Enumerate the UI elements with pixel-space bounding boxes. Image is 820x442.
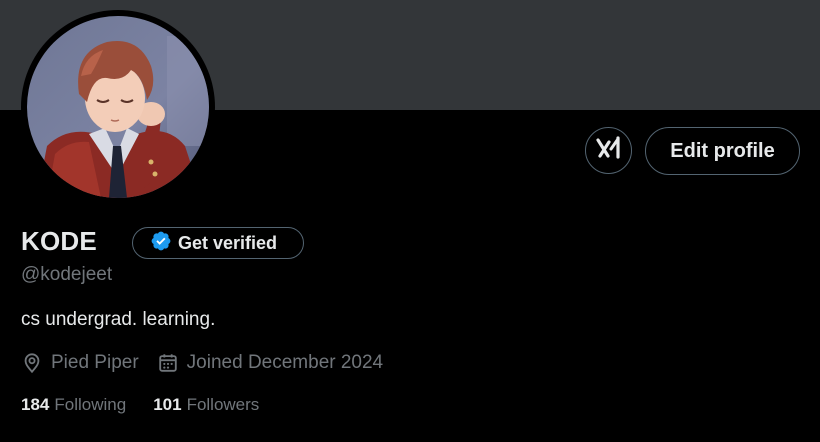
follow-stats: 184 Following 101 Followers — [21, 395, 286, 415]
following-count: 184 — [21, 395, 50, 414]
location-text: Pied Piper — [51, 352, 139, 373]
display-name: KODE — [21, 226, 97, 256]
profile-meta: Pied Piper Joined December 2024 — [21, 349, 401, 377]
edit-profile-button[interactable]: Edit profile — [645, 127, 800, 175]
profile-page: Edit profile KODE Get verified @kodejeet… — [0, 0, 820, 442]
user-handle: @kodejeet — [21, 264, 113, 285]
joined-text: Joined December 2024 — [186, 352, 384, 373]
avatar[interactable] — [27, 16, 209, 198]
followers-count: 101 — [153, 395, 182, 414]
grok-button[interactable] — [585, 127, 632, 174]
verified-badge-icon — [150, 230, 172, 257]
calendar-icon — [158, 354, 177, 372]
followers-link[interactable]: 101 Followers — [153, 395, 259, 415]
following-label: Following — [54, 395, 127, 414]
avatar-ring — [21, 10, 215, 204]
profile-bio: cs undergrad. learning. — [21, 309, 216, 330]
get-verified-button[interactable]: Get verified — [132, 227, 304, 259]
joined-item: Joined December 2024 — [157, 352, 383, 374]
followers-label: Followers — [186, 395, 260, 414]
location-pin-icon — [24, 353, 40, 374]
grok-icon — [595, 136, 622, 165]
get-verified-label: Get verified — [178, 232, 278, 253]
following-link[interactable]: 184 Following — [21, 395, 126, 415]
location-item: Pied Piper — [21, 352, 139, 374]
